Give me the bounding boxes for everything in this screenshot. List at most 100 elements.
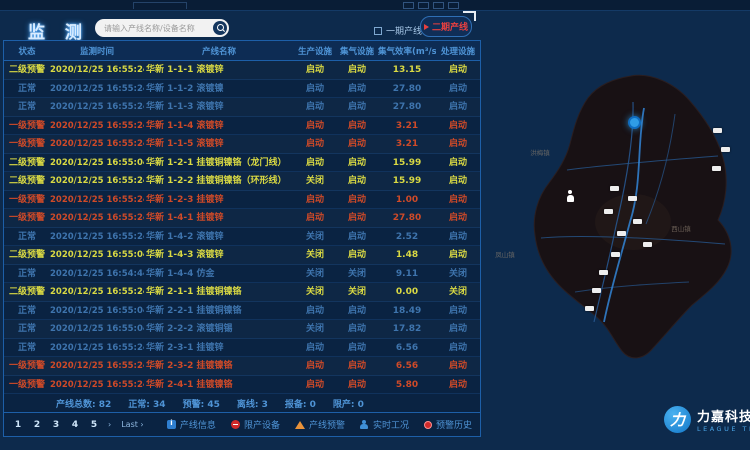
page-number[interactable]: 1 xyxy=(12,418,24,432)
page-number[interactable]: 2 xyxy=(31,418,43,432)
table-row[interactable]: 二级预警 2020/12/25 16:55:04 华新 1-2-1 挂镀铜镍铬（… xyxy=(4,154,480,173)
cell-production-facility: 启动 xyxy=(294,302,336,320)
map-cluster-marker[interactable] xyxy=(592,288,601,293)
cell-treatment-facility: 关闭 xyxy=(436,265,480,283)
realtime-icon xyxy=(360,420,369,430)
map-cluster-marker[interactable] xyxy=(721,147,730,152)
cell-treatment-facility: 启动 xyxy=(436,135,480,153)
cell-production-facility: 关闭 xyxy=(294,320,336,338)
legend-button[interactable]: 产线信息 xyxy=(167,418,216,431)
cell-gas-facility: 启动 xyxy=(336,246,378,264)
map-cluster-marker[interactable] xyxy=(610,186,619,191)
legend-button[interactable]: 实时工况 xyxy=(360,418,409,431)
page-number[interactable]: 3 xyxy=(50,418,62,432)
legend-label: 产线信息 xyxy=(180,418,216,431)
cell-gas-facility: 启动 xyxy=(336,339,378,357)
legend-button[interactable]: 限产设备 xyxy=(231,418,280,431)
page-number[interactable]: 5 xyxy=(88,418,100,432)
cell-production-facility: 启动 xyxy=(294,61,336,79)
cell-gas-facility: 启动 xyxy=(336,228,378,246)
map-cluster-marker[interactable] xyxy=(628,196,637,201)
cell-gas-efficiency: 3.21 xyxy=(378,135,436,153)
table-row[interactable]: 二级预警 2020/12/25 16:55:24 华新 1-2-2 挂镀铜镍铬（… xyxy=(4,172,480,191)
cell-gas-facility: 启动 xyxy=(336,191,378,209)
phase2-button[interactable]: 二期产线 xyxy=(420,16,472,37)
phase1-checkbox[interactable]: 一期产线 xyxy=(374,24,422,37)
map-cluster-marker[interactable] xyxy=(617,231,626,236)
search-input[interactable] xyxy=(95,21,213,35)
cell-time: 2020/12/25 16:55:24 xyxy=(50,191,144,209)
cell-gas-facility: 启动 xyxy=(336,172,378,190)
table-row[interactable]: 一级预警 2020/12/25 16:55:24 华新 1-4-1 挂镀锌 启动… xyxy=(4,209,480,228)
table-row[interactable]: 二级预警 2020/12/25 16:55:24 华新 1-1-1 滚镀锌 启动… xyxy=(4,61,480,80)
summary-item: 离线: 3 xyxy=(237,397,268,410)
map-cluster-marker[interactable] xyxy=(633,219,642,224)
legend-label: 实时工况 xyxy=(373,418,409,431)
table-row[interactable]: 正常 2020/12/25 16:55:24 华新 1-1-3 滚镀锌 启动 启… xyxy=(4,98,480,117)
table-row[interactable]: 二级预警 2020/12/25 16:55:24 华新 2-1-1 挂镀铜镍铬 … xyxy=(4,283,480,302)
cell-status: 一级预警 xyxy=(4,191,50,209)
map-cluster-marker[interactable] xyxy=(713,128,722,133)
cell-production-facility: 启动 xyxy=(294,80,336,98)
map-region-label: 凤山镇 xyxy=(495,249,515,259)
cell-gas-efficiency: 3.21 xyxy=(378,117,436,135)
next-page-icon[interactable]: › xyxy=(108,420,111,429)
column-header: 状态 xyxy=(4,45,50,57)
summary-value: 3 xyxy=(262,400,268,410)
cell-time: 2020/12/25 16:54:44 xyxy=(50,265,144,283)
legend-button[interactable]: 产线预警 xyxy=(295,418,345,431)
person-marker-icon[interactable] xyxy=(566,190,574,203)
map-cluster-marker[interactable] xyxy=(611,252,620,257)
table-row[interactable]: 二级预警 2020/12/25 16:55:04 华新 1-4-3 滚镀锌 关闭… xyxy=(4,246,480,265)
map-cluster-marker[interactable] xyxy=(599,270,608,275)
table-row[interactable]: 正常 2020/12/25 16:54:44 华新 1-4-4 仿金 关闭 关闭… xyxy=(4,265,480,284)
district-map[interactable]: 洪梅镇西山镇凤山镇 xyxy=(483,42,750,407)
cell-status: 一级预警 xyxy=(4,376,50,394)
map-cluster-marker[interactable] xyxy=(643,242,652,247)
checkbox-icon[interactable] xyxy=(374,27,382,35)
last-page-button[interactable]: Last › xyxy=(121,420,143,429)
table-row[interactable]: 正常 2020/12/25 16:55:24 华新 1-1-2 滚镀镍 启动 启… xyxy=(4,80,480,99)
table-row[interactable]: 一级预警 2020/12/25 16:55:24 华新 1-2-3 挂镀锌 启动… xyxy=(4,191,480,210)
selected-point-marker[interactable] xyxy=(628,116,641,129)
cell-treatment-facility: 启动 xyxy=(436,154,480,172)
table-row[interactable]: 一级预警 2020/12/25 16:55:24 华新 1-1-4 滚镀锌 启动… xyxy=(4,117,480,136)
cell-time: 2020/12/25 16:55:24 xyxy=(50,209,144,227)
table-row[interactable]: 一级预警 2020/12/25 16:55:24 华新 1-1-5 滚镀锌 启动… xyxy=(4,135,480,154)
table-row[interactable]: 正常 2020/12/25 16:55:04 华新 2-2-2 滚镀铜锡 关闭 … xyxy=(4,320,480,339)
table-row[interactable]: 正常 2020/12/25 16:55:24 华新 2-3-1 挂镀锌 启动 启… xyxy=(4,339,480,358)
cell-treatment-facility: 启动 xyxy=(436,339,480,357)
top-strip xyxy=(0,0,750,11)
cell-line-name: 华新 2-3-1 挂镀锌 xyxy=(144,339,294,357)
map-cluster-marker[interactable] xyxy=(712,166,721,171)
page-number[interactable]: 4 xyxy=(69,418,81,432)
cell-status: 一级预警 xyxy=(4,135,50,153)
cell-status: 一级预警 xyxy=(4,357,50,375)
summary-label: 报备: xyxy=(285,400,307,410)
summary-label: 预警: xyxy=(183,400,205,410)
map-cluster-marker[interactable] xyxy=(604,209,613,214)
table-row[interactable]: 一级预警 2020/12/25 16:55:24 华新 2-4-1 挂镀镍铬 启… xyxy=(4,376,480,395)
cell-gas-efficiency: 18.49 xyxy=(378,302,436,320)
logo-name-en: LEAGUE TE xyxy=(697,425,750,433)
summary-value: 0 xyxy=(358,400,364,410)
cell-gas-facility: 关闭 xyxy=(336,265,378,283)
cell-line-name: 华新 1-1-4 滚镀锌 xyxy=(144,117,294,135)
cell-production-facility: 启动 xyxy=(294,339,336,357)
column-header: 监测时间 xyxy=(50,45,144,57)
cell-status: 正常 xyxy=(4,265,50,283)
cell-status: 二级预警 xyxy=(4,154,50,172)
phase1-label: 一期产线 xyxy=(386,24,422,37)
cell-production-facility: 启动 xyxy=(294,357,336,375)
table-row[interactable]: 正常 2020/12/25 16:55:04 华新 2-2-1 挂镀铜镍铬 启动… xyxy=(4,302,480,321)
table-row[interactable]: 正常 2020/12/25 16:55:24 华新 1-4-2 滚镀锌 关闭 启… xyxy=(4,228,480,247)
search-icon[interactable] xyxy=(213,21,227,35)
search-bar[interactable] xyxy=(95,19,229,37)
table-row[interactable]: 一级预警 2020/12/25 16:55:24 华新 2-3-2 挂镀镍铬 启… xyxy=(4,357,480,376)
legend-buttons: 产线信息 限产设备 产线预警 实时工况 xyxy=(167,418,472,431)
cell-treatment-facility: 关闭 xyxy=(436,283,480,301)
map-cluster-marker[interactable] xyxy=(585,306,594,311)
summary-value: 0 xyxy=(310,400,316,410)
table-body: 二级预警 2020/12/25 16:55:24 华新 1-1-1 滚镀锌 启动… xyxy=(4,61,480,394)
legend-button[interactable]: 预警历史 xyxy=(424,418,472,431)
